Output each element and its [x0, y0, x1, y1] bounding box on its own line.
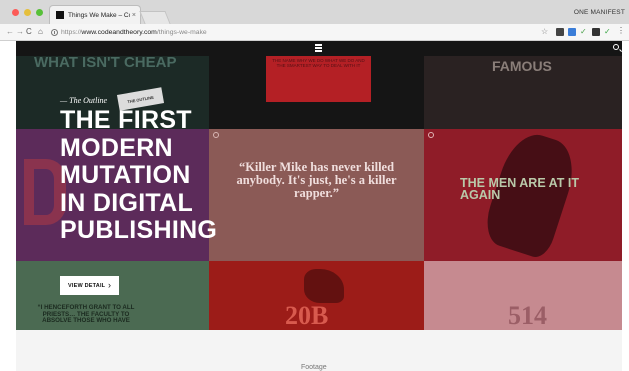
tab-strip: Things We Make – Code and Th × ONE MANIF…	[0, 0, 629, 24]
tile-number: 20B	[285, 301, 329, 330]
sticker-label: The Outline	[126, 94, 155, 104]
window-close-button[interactable]	[12, 9, 19, 16]
tile-quote: “Killer Mike has never killed anybody. I…	[236, 160, 397, 200]
view-detail-button[interactable]: VIEW DETAIL ›	[60, 276, 119, 295]
url-text: https://www.codeandtheory.com/things-we-…	[61, 29, 207, 36]
extension-icon[interactable]	[568, 28, 576, 36]
url-field[interactable]: https://www.codeandtheory.com/things-we-…	[51, 26, 534, 38]
tile-heading: THE NAME WHY WE DO WHAT WE DO AND THE SM…	[272, 58, 365, 68]
tab-close-button[interactable]: ×	[132, 12, 136, 19]
project-tile[interactable]: 514	[424, 261, 622, 330]
window-minimize-button[interactable]	[24, 9, 31, 16]
footer-label: Footage	[301, 364, 327, 371]
tile-heading: “I HENCEFORTH GRANT TO ALL PRIESTS… THE …	[37, 304, 135, 324]
project-tile[interactable]: THE NAME WHY WE DO WHAT WE DO AND THE SM…	[209, 56, 424, 129]
tile-image	[304, 269, 344, 303]
tile-number: 514	[508, 301, 547, 330]
browser-tab[interactable]: Things We Make – Code and Th ×	[49, 5, 141, 24]
o-logo-icon	[428, 132, 434, 138]
extension-icon[interactable]	[592, 28, 600, 36]
project-tile[interactable]: 20B	[209, 261, 424, 330]
tab-title: Things We Make – Code and Th	[68, 11, 130, 19]
project-tile[interactable]: FAMOUS	[424, 56, 622, 129]
forward-button[interactable]: →	[16, 27, 24, 37]
tile-heading: THE MEN ARE AT IT AGAIN	[460, 176, 579, 202]
tile-heading: FAMOUS	[492, 58, 552, 74]
view-detail-label: VIEW DETAIL	[68, 282, 106, 289]
site-header	[16, 41, 622, 56]
browser-window: Things We Make – Code and Th × ONE MANIF…	[0, 0, 629, 371]
url-domain: www.codeandtheory.com	[81, 28, 157, 36]
project-tile[interactable]: “Killer Mike has never killed anybody. I…	[209, 129, 424, 261]
o-logo-icon	[213, 132, 219, 138]
chevron-right-icon: ›	[108, 280, 111, 290]
feature-kicker: — The Outline	[60, 96, 108, 105]
page-footer: Footage	[16, 330, 622, 371]
lock-icon	[51, 28, 58, 36]
extension-icon[interactable]	[556, 28, 564, 36]
url-path: /things-we-make	[156, 28, 207, 36]
new-tab-button[interactable]	[139, 11, 171, 24]
reload-button[interactable]: C	[26, 27, 32, 37]
search-icon[interactable]	[613, 44, 619, 50]
project-tile[interactable]: “I HENCEFORTH GRANT TO ALL PRIESTS… THE …	[16, 261, 209, 330]
browser-menu-icon[interactable]: ⋮	[617, 26, 625, 36]
checkmark-extension-icon[interactable]: ✓	[604, 28, 612, 36]
tile-card: THE NAME WHY WE DO WHAT WE DO AND THE SM…	[266, 56, 371, 102]
back-button[interactable]: ←	[6, 27, 14, 37]
feature-headline: THE FIRST MODERN MUTATION IN DIGITAL PUB…	[60, 106, 218, 244]
hamburger-icon[interactable]	[315, 44, 322, 52]
home-button[interactable]: ⌂	[38, 27, 43, 37]
url-scheme: https://	[61, 28, 82, 36]
address-bar: ← → C ⌂ https://www.codeandtheory.com/th…	[0, 24, 629, 41]
bookmark-star-icon[interactable]: ☆	[541, 27, 548, 37]
profile-name[interactable]: ONE MANIFEST	[574, 9, 625, 16]
checkmark-extension-icon[interactable]: ✓	[580, 28, 588, 36]
tile-heading: WHAT ISN'T CHEAP	[34, 56, 177, 71]
favicon-icon	[56, 11, 64, 19]
window-maximize-button[interactable]	[36, 9, 43, 16]
project-tile[interactable]: THE MEN ARE AT IT AGAIN	[424, 129, 622, 261]
